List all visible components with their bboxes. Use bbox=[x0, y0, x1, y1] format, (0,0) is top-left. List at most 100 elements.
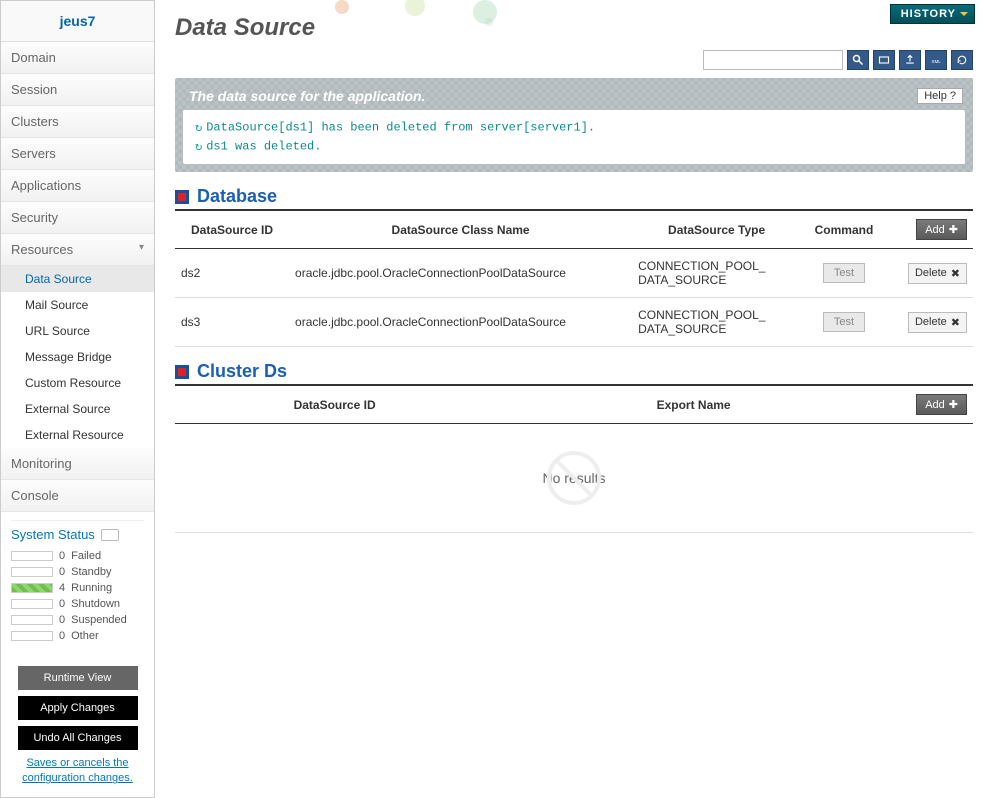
status-row: 0Suspended bbox=[11, 612, 144, 628]
nav-applications[interactable]: Applications bbox=[1, 170, 154, 202]
export-icon[interactable] bbox=[899, 50, 921, 70]
database-table: DataSource ID DataSource Class Name Data… bbox=[175, 209, 973, 347]
subnav-external-source[interactable]: External Source bbox=[1, 396, 154, 422]
status-bar bbox=[11, 615, 53, 625]
plus-icon: ✚ bbox=[949, 398, 958, 411]
refresh-icon-inline: ↻ bbox=[195, 139, 202, 154]
delete-button[interactable]: Delete ✖ bbox=[908, 263, 967, 284]
status-count: 0 bbox=[59, 566, 65, 578]
section-database: Database bbox=[175, 186, 973, 207]
section-clusterds-label: Cluster Ds bbox=[197, 361, 287, 382]
nav-resources[interactable]: Resources▾ bbox=[1, 234, 154, 266]
cell-class: oracle.jdbc.pool.OracleConnectionPoolDat… bbox=[289, 249, 632, 298]
folder-icon[interactable] bbox=[873, 50, 895, 70]
test-button[interactable]: Test bbox=[823, 263, 865, 283]
status-label: Shutdown bbox=[71, 598, 120, 610]
status-count: 4 bbox=[59, 582, 65, 594]
subnav-mail-source[interactable]: Mail Source bbox=[1, 292, 154, 318]
th-cds-id: DataSource ID bbox=[175, 385, 494, 424]
apply-changes-button[interactable]: Apply Changes bbox=[18, 696, 138, 720]
add-clusterds-button[interactable]: Add ✚ bbox=[916, 394, 967, 415]
status-label: Running bbox=[71, 582, 112, 594]
th-cds-export: Export Name bbox=[494, 385, 893, 424]
cell-id[interactable]: ds3 bbox=[175, 298, 289, 347]
status-bar bbox=[11, 631, 53, 641]
status-bar bbox=[11, 567, 53, 577]
status-row: 4 Running bbox=[11, 580, 144, 596]
notice-line: DataSource[ds1] has been deleted from se… bbox=[206, 121, 595, 135]
subnav-url-source[interactable]: URL Source bbox=[1, 318, 154, 344]
status-label: Failed bbox=[71, 550, 101, 562]
status-count: 0 bbox=[59, 598, 65, 610]
delete-icon: ✖ bbox=[951, 316, 960, 329]
status-count: 0 bbox=[59, 630, 65, 642]
plus-icon: ✚ bbox=[949, 223, 958, 236]
history-button[interactable]: HISTORY bbox=[890, 4, 975, 24]
subnav-data-source[interactable]: Data Source bbox=[1, 266, 154, 292]
status-count: 0 bbox=[59, 614, 65, 626]
notice-header: The data source for the application. bbox=[183, 86, 965, 110]
test-button[interactable]: Test bbox=[823, 312, 865, 332]
search-input[interactable] bbox=[703, 50, 843, 70]
th-command: Command bbox=[801, 210, 887, 249]
help-button[interactable]: Help ? bbox=[917, 88, 963, 104]
status-bar bbox=[11, 583, 53, 593]
undo-all-button[interactable]: Undo All Changes bbox=[18, 726, 138, 750]
nav-monitoring[interactable]: Monitoring bbox=[1, 448, 154, 480]
refresh-icon[interactable] bbox=[951, 50, 973, 70]
system-status-label: System Status bbox=[11, 527, 95, 542]
table-row: ds2oracle.jdbc.pool.OracleConnectionPool… bbox=[175, 249, 973, 298]
status-row: 0 Other bbox=[11, 628, 144, 644]
th-actions: Add ✚ bbox=[887, 210, 973, 249]
cell-type: CONNECTION_POOL_DATA_SOURCE bbox=[632, 249, 801, 298]
nav-clusters[interactable]: Clusters bbox=[1, 106, 154, 138]
add-label: Add bbox=[925, 224, 945, 236]
subnav-message-bridge[interactable]: Message Bridge bbox=[1, 344, 154, 370]
status-count: 0 bbox=[59, 550, 65, 562]
section-icon bbox=[175, 190, 189, 204]
add-datasource-button[interactable]: Add ✚ bbox=[916, 219, 967, 240]
cell-command: Test bbox=[801, 249, 887, 298]
th-type: DataSource Type bbox=[632, 210, 801, 249]
nav-resources-label: Resources bbox=[11, 242, 73, 257]
add-label: Add bbox=[925, 399, 945, 411]
status-label: Other bbox=[71, 630, 99, 642]
cell-class: oracle.jdbc.pool.OracleConnectionPoolDat… bbox=[289, 298, 632, 347]
nav-servers[interactable]: Servers bbox=[1, 138, 154, 170]
cell-command: Test bbox=[801, 298, 887, 347]
no-results: No results bbox=[181, 434, 967, 522]
th-class-name: DataSource Class Name bbox=[289, 210, 632, 249]
resources-subnav: Data Source Mail Source URL Source Messa… bbox=[1, 266, 154, 448]
system-status-title: System Status bbox=[11, 520, 144, 548]
nav-security[interactable]: Security bbox=[1, 202, 154, 234]
nav-console[interactable]: Console bbox=[1, 480, 154, 512]
section-clusterds: Cluster Ds bbox=[175, 361, 973, 382]
th-datasource-id: DataSource ID bbox=[175, 210, 289, 249]
notice-line: ds1 was deleted. bbox=[206, 140, 321, 154]
subnav-custom-resource[interactable]: Custom Resource bbox=[1, 370, 154, 396]
section-icon bbox=[175, 365, 189, 379]
cell-id[interactable]: ds2 bbox=[175, 249, 289, 298]
gauge-icon bbox=[101, 529, 119, 541]
search-icon[interactable] bbox=[847, 50, 869, 70]
status-bar bbox=[11, 551, 53, 561]
page-title: Data Source bbox=[175, 0, 973, 46]
svg-text:XML: XML bbox=[932, 59, 942, 64]
runtime-view-button[interactable]: Runtime View bbox=[18, 666, 138, 690]
section-database-label: Database bbox=[197, 186, 277, 207]
subnav-external-resource[interactable]: External Resource bbox=[1, 422, 154, 448]
cell-action: Delete ✖ bbox=[887, 249, 973, 298]
status-row: 0 Shutdown bbox=[11, 596, 144, 612]
nav-session[interactable]: Session bbox=[1, 74, 154, 106]
brand-label[interactable]: jeus7 bbox=[1, 1, 154, 42]
status-label: Standby bbox=[71, 566, 111, 578]
status-row: 0 Failed bbox=[11, 548, 144, 564]
cell-type: CONNECTION_POOL_DATA_SOURCE bbox=[632, 298, 801, 347]
status-row: 0 Standby bbox=[11, 564, 144, 580]
nav-domain[interactable]: Domain bbox=[1, 42, 154, 74]
clusterds-table: DataSource ID Export Name Add ✚ No result… bbox=[175, 384, 973, 533]
delete-button[interactable]: Delete ✖ bbox=[908, 312, 967, 333]
save-hint-link[interactable]: Saves or cancels the configuration chang… bbox=[11, 756, 144, 787]
xml-export-icon[interactable]: XML bbox=[925, 50, 947, 70]
cell-action: Delete ✖ bbox=[887, 298, 973, 347]
